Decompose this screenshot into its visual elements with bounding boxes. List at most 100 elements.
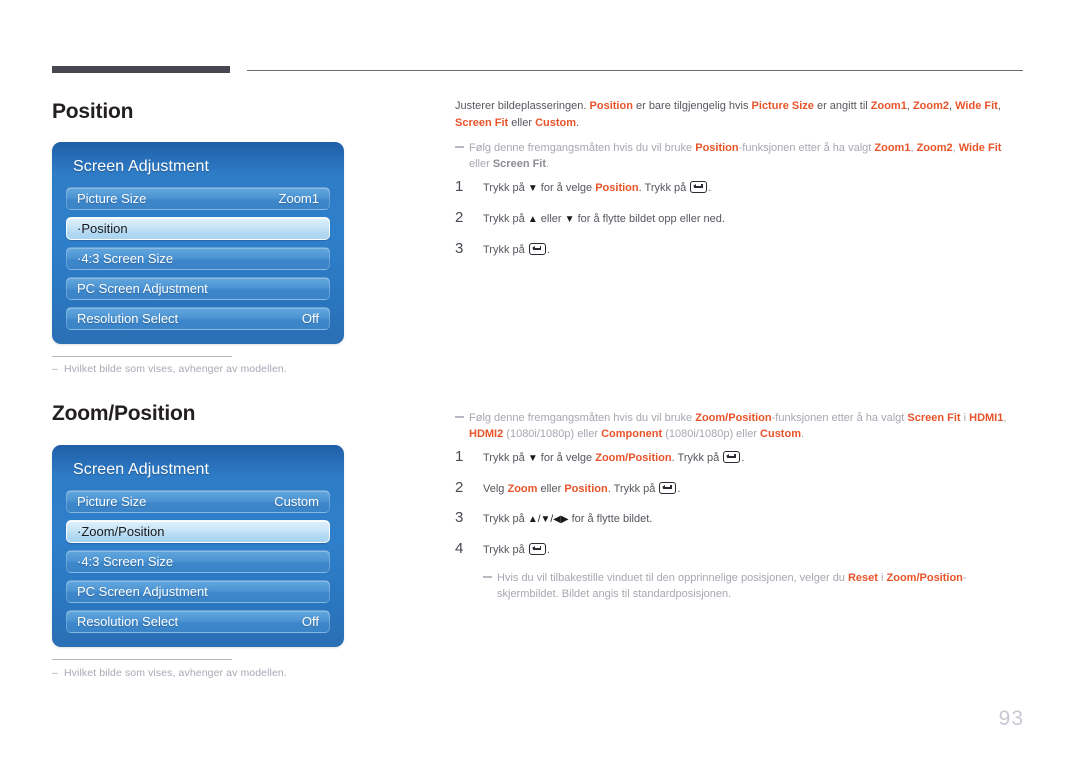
term-position: Position [564, 483, 608, 495]
step-number: 3 [455, 240, 464, 257]
manual-page: Position Screen Adjustment Picture Size … [0, 0, 1080, 763]
footnote-model-notice: – Hvilket bilde som vises, avhenger av mo… [52, 363, 287, 375]
term-hdmi2: HDMI2 [469, 428, 504, 440]
note-text: (1080i/1080p) eller [662, 428, 761, 440]
note-text: i [960, 412, 970, 424]
osd-row-zoom-position[interactable]: ·Zoom/Position [66, 520, 330, 543]
enter-key-icon [723, 451, 741, 463]
osd-row-position[interactable]: ·Position [66, 217, 330, 240]
dash-marker: – [52, 667, 58, 679]
note-position-usage: Følg denne fremgangsmåten hvis du vil br… [455, 140, 1025, 172]
note-text: . [546, 158, 550, 170]
footnote-rule [52, 659, 232, 660]
enter-key-icon [659, 482, 677, 494]
header-rule-thin [247, 70, 1023, 71]
step-text-part: . [741, 452, 745, 464]
note-text: , [1003, 412, 1007, 424]
section-body-position: Justerer bildeplasseringen. Position er … [455, 98, 1025, 270]
osd-row-resolution-select[interactable]: Resolution Select Off [66, 307, 330, 330]
step-item: 3 Trykk på ▲/▼/◀▶ for å flytte bildet. [455, 509, 1025, 528]
footnote-text: Hvilket bilde som vises, avhenger av mod… [64, 667, 287, 679]
osd-row-picture-size[interactable]: Picture Size Custom [66, 490, 330, 513]
term-position: Position [589, 100, 633, 112]
osd-menu-title: Screen Adjustment [73, 461, 209, 478]
step-text-part: for å velge [537, 452, 596, 464]
osd-row-label: Picture Size [77, 191, 147, 206]
arrow-directional-icons: ▲/▼/◀▶ [527, 514, 569, 525]
intro-paragraph: Justerer bildeplasseringen. Position er … [455, 98, 1025, 132]
osd-row-value: Off [301, 311, 319, 326]
step-text-part: . [677, 483, 681, 495]
step-number: 1 [455, 178, 464, 195]
note-text: Følg denne fremgangsmåten hvis du vil br… [469, 142, 696, 154]
osd-row-resolution-select[interactable]: Resolution Select Off [66, 610, 330, 633]
step-number: 2 [455, 209, 464, 226]
osd-row-label: ·4:3 Screen Size [77, 554, 174, 569]
term-zoom2: Zoom2 [916, 142, 953, 154]
arrow-down-icon: ▼ [527, 183, 538, 194]
term-hdmi1: HDMI1 [969, 412, 1004, 424]
note-reset-info: Hvis du vil tilbakestille vinduet til de… [483, 570, 1025, 602]
step-text-part: for å velge [537, 182, 596, 194]
page-title-zoom-position: Zoom/Position [52, 402, 196, 425]
step-text: Trykk på ▲ eller ▼ for å flytte bildet o… [483, 209, 725, 228]
arrow-down-icon: ▼ [527, 453, 538, 464]
enter-key-icon [528, 243, 546, 255]
dash-marker: – [52, 363, 58, 375]
osd-row-picture-size[interactable]: Picture Size Zoom1 [66, 187, 330, 210]
footnote-rule [52, 356, 232, 357]
osd-row-label: Picture Size [77, 494, 147, 509]
osd-row-pc-screen-adjustment[interactable]: PC Screen Adjustment [66, 580, 330, 603]
step-text: Trykk på . [483, 240, 550, 258]
term-zoom2: Zoom2 [912, 100, 950, 112]
note-text: Følg denne fremgangsmåten hvis du vil br… [469, 412, 696, 424]
step-item: 1 Trykk på ▼ for å velge Position. Trykk… [455, 178, 1025, 197]
step-text-part: Trykk på [483, 244, 528, 256]
step-text: Trykk på ▼ for å velge Zoom/Position. Tr… [483, 448, 744, 467]
term-component: Component [601, 428, 663, 440]
osd-row-43-screen-size[interactable]: ·4:3 Screen Size [66, 247, 330, 270]
note-text: . [800, 428, 805, 440]
intro-text: er angitt til [813, 100, 871, 112]
page-number: 93 [998, 707, 1024, 730]
step-text-part: . Trykk på [607, 483, 659, 495]
step-item: 3 Trykk på . [455, 240, 1025, 258]
intro-text: . [576, 117, 580, 129]
term-screen-fit: Screen Fit [455, 117, 509, 129]
term-zoom-position: Zoom/Position [886, 572, 963, 584]
step-text-part: . Trykk på [638, 182, 690, 194]
term-zoom: Zoom [507, 483, 538, 495]
step-text-part: eller [537, 483, 565, 495]
osd-menu-rows: Picture Size Zoom1 ·Position ·4:3 Screen… [63, 187, 333, 330]
osd-row-pc-screen-adjustment[interactable]: PC Screen Adjustment [66, 277, 330, 300]
steps-list-position: 1 Trykk på ▼ for å velge Position. Trykk… [455, 178, 1025, 258]
osd-row-label: PC Screen Adjustment [77, 281, 208, 296]
arrow-down-icon: ▼ [564, 214, 575, 225]
term-picture-size: Picture Size [751, 100, 814, 112]
note-text: eller [469, 158, 493, 170]
intro-text: er bare tilgjengelig hvis [632, 100, 752, 112]
step-text: Trykk på ▲/▼/◀▶ for å flytte bildet. [483, 509, 652, 528]
note-zoom-position-usage: Følg denne fremgangsmåten hvis du vil br… [455, 410, 1025, 442]
step-text-part: . Trykk på [671, 452, 723, 464]
step-number: 3 [455, 509, 464, 526]
osd-row-43-screen-size[interactable]: ·4:3 Screen Size [66, 550, 330, 573]
step-text-part: Trykk på [483, 213, 528, 225]
section-body-zoom-position: Følg denne fremgangsmåten hvis du vil br… [455, 402, 1025, 606]
osd-row-label: Resolution Select [77, 311, 179, 326]
note-text: Hvis du vil tilbakestille vinduet til de… [497, 572, 848, 584]
note-text: i [877, 572, 887, 584]
note-text: -funksjonen etter å ha valgt [771, 412, 908, 424]
osd-row-label: ·Zoom/Position [77, 524, 165, 539]
term-zoom1: Zoom1 [874, 142, 911, 154]
osd-row-label: PC Screen Adjustment [77, 584, 208, 599]
step-text-part: for å flytte bildet. [568, 513, 653, 525]
term-custom: Custom [760, 428, 801, 440]
term-position: Position [595, 182, 639, 194]
step-number: 1 [455, 448, 464, 465]
arrow-up-icon: ▲ [527, 214, 538, 225]
step-text: Trykk på ▼ for å velge Position. Trykk p… [483, 178, 711, 197]
step-item: 2 Velg Zoom eller Position. Trykk på . [455, 479, 1025, 497]
step-item: 2 Trykk på ▲ eller ▼ for å flytte bildet… [455, 209, 1025, 228]
step-text-part: Trykk på [483, 182, 528, 194]
